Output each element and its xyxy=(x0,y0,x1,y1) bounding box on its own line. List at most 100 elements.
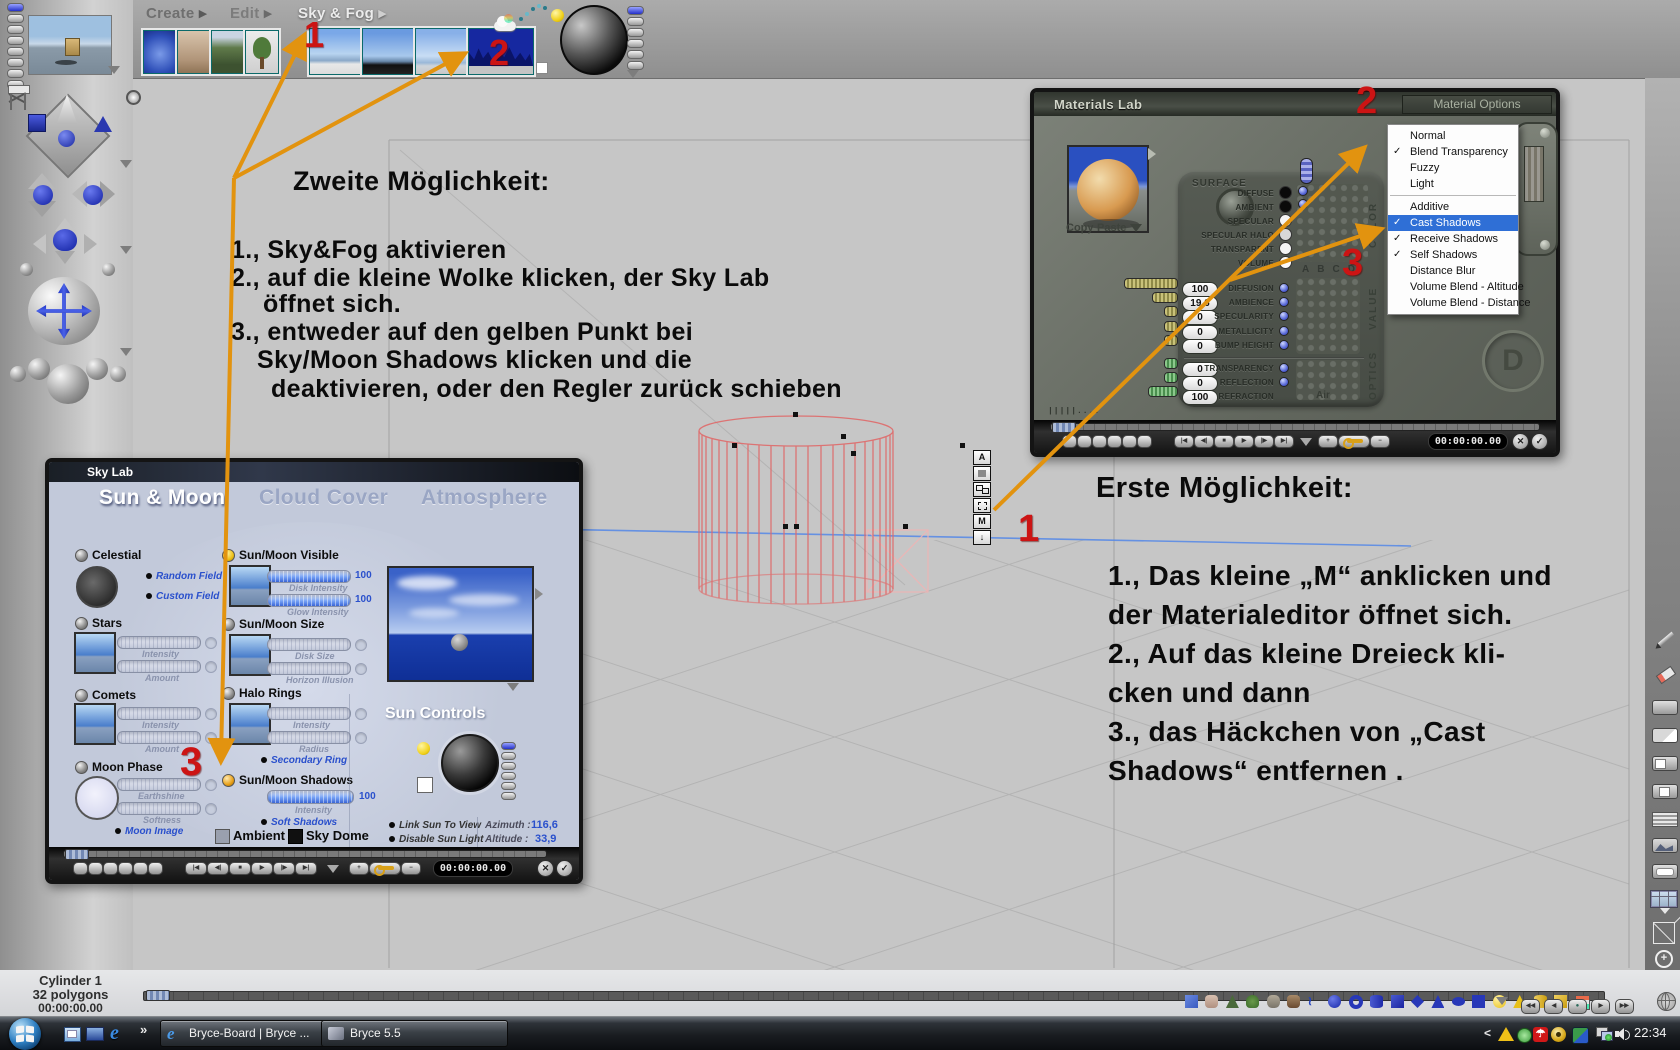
ambience-dot[interactable] xyxy=(1279,297,1289,307)
move-xy-control[interactable] xyxy=(22,173,64,217)
memory-2-button[interactable] xyxy=(88,862,103,875)
comets-toggle[interactable] xyxy=(75,689,88,702)
palette-memory-dots[interactable] xyxy=(7,3,24,91)
menu-item-fuzzy[interactable]: Fuzzy xyxy=(1388,160,1518,176)
celestial-toggle[interactable] xyxy=(75,549,88,562)
link-sun-option[interactable]: Link Sun To View xyxy=(389,820,481,831)
anim-rewind-button[interactable]: ◀◀ xyxy=(1521,999,1540,1014)
create-cube-icon[interactable] xyxy=(1390,995,1404,1008)
tab-sun-moon[interactable]: Sun & Moon xyxy=(99,486,225,510)
picture-tool-3-icon[interactable] xyxy=(1652,756,1678,771)
scene-preview-thumbnail[interactable] xyxy=(28,15,112,75)
ml-memory-2[interactable] xyxy=(1077,435,1092,448)
sky-timeline-handle[interactable] xyxy=(65,849,89,860)
materials-timeline-track[interactable] xyxy=(1050,423,1540,431)
custom-field-option[interactable]: Custom Field xyxy=(146,591,219,602)
glow-intensity-slider[interactable] xyxy=(267,594,351,607)
menu-item-distance-blur[interactable]: Distance Blur xyxy=(1388,263,1518,279)
create-tree-icon[interactable] xyxy=(1246,995,1260,1008)
ml-memory-5[interactable] xyxy=(1122,435,1137,448)
view-sphere-1[interactable] xyxy=(28,358,50,380)
grid-pad-tool-icon[interactable] xyxy=(1650,890,1678,914)
sun-moon-size-toggle[interactable] xyxy=(222,618,235,631)
menu-item-volume-blend-altitude[interactable]: Volume Blend - Altitude xyxy=(1388,279,1524,295)
view-sphere-3[interactable] xyxy=(10,366,26,382)
earthshine-button[interactable] xyxy=(205,779,217,791)
bump-height-bar[interactable] xyxy=(1164,335,1178,346)
sun-memory-dots[interactable] xyxy=(501,742,516,802)
small-sphere-right[interactable] xyxy=(102,263,115,276)
create-water-icon[interactable] xyxy=(1185,995,1198,1008)
terrain-tool-icon[interactable] xyxy=(1652,838,1678,853)
stars-thumbnail[interactable] xyxy=(74,632,116,674)
halo-radius-button[interactable] xyxy=(355,732,367,744)
halo-thumbnail[interactable] xyxy=(229,703,271,745)
picture-tool-4-icon[interactable] xyxy=(1652,784,1678,799)
material-button[interactable]: M xyxy=(973,514,991,529)
reflection-dot[interactable] xyxy=(1279,377,1289,387)
create-torus-icon[interactable] xyxy=(1348,995,1363,1009)
menu-item-light[interactable]: Light xyxy=(1388,176,1518,192)
moon-image-option[interactable]: Moon Image xyxy=(115,826,183,837)
quicklaunch-desktop-icon[interactable] xyxy=(86,1027,104,1041)
specularity-dot[interactable] xyxy=(1279,311,1289,321)
memory-3-button[interactable] xyxy=(103,862,118,875)
tray-collapse-chevron[interactable]: < xyxy=(1484,1026,1491,1040)
stars-amount-button[interactable] xyxy=(205,661,217,673)
transparency-bar[interactable] xyxy=(1164,358,1178,369)
ml-memory-6[interactable] xyxy=(1137,435,1152,448)
ml-memory-4[interactable] xyxy=(1107,435,1122,448)
create-cloud-icon[interactable] xyxy=(1205,995,1219,1008)
soft-shadows-option[interactable]: Soft Shadows xyxy=(261,817,337,828)
drop-to-ground-button[interactable]: ↓ xyxy=(973,530,991,545)
camera-trackball[interactable] xyxy=(28,277,100,345)
halo-intensity-button[interactable] xyxy=(355,708,367,720)
ml-confirm-button[interactable]: ✓ xyxy=(1531,433,1548,450)
secondary-ring-option[interactable]: Secondary Ring xyxy=(261,755,347,766)
memory-5-button[interactable] xyxy=(133,862,148,875)
picture-tool-1-icon[interactable] xyxy=(1652,700,1678,715)
preview-expand-icon[interactable] xyxy=(108,66,120,74)
tray-badge-icon[interactable] xyxy=(1517,1028,1532,1043)
channel-diffuse-dot[interactable] xyxy=(1279,186,1292,199)
diffusion-dot[interactable] xyxy=(1279,283,1289,293)
celestial-sphere[interactable] xyxy=(76,566,118,608)
sun-daylight-dot[interactable] xyxy=(417,742,430,755)
comets-amount-button[interactable] xyxy=(205,732,217,744)
disk-size-slider[interactable] xyxy=(267,638,351,651)
tray-app-icon[interactable] xyxy=(1572,1027,1589,1044)
go-end-button[interactable]: ▶| xyxy=(295,862,317,875)
menu-item-self-shadows[interactable]: Self Shadows xyxy=(1388,247,1518,263)
start-button[interactable] xyxy=(9,1018,41,1050)
menu-item-additive[interactable]: Additive xyxy=(1388,199,1518,215)
anim-back-button[interactable]: ◀ xyxy=(1544,999,1564,1014)
views-expand-icon[interactable] xyxy=(120,348,132,356)
comets-intensity-button[interactable] xyxy=(205,708,217,720)
color-dot-1[interactable] xyxy=(1298,186,1308,196)
channel-ambient-dot[interactable] xyxy=(1279,200,1292,213)
create-diamond-icon[interactable] xyxy=(1410,995,1424,1008)
channel-specular-dot[interactable] xyxy=(1279,214,1292,227)
preview-next-icon[interactable] xyxy=(535,588,543,600)
channel-transparent-dot[interactable] xyxy=(1279,242,1292,255)
wireframe-cube-icon[interactable] xyxy=(1653,903,1680,944)
layers-tool-icon[interactable] xyxy=(1652,812,1678,827)
channel-specular-halo-dot[interactable] xyxy=(1279,228,1292,241)
night-square[interactable] xyxy=(417,777,433,793)
ml-transport-options[interactable] xyxy=(1300,438,1312,446)
main-timeline-handle[interactable] xyxy=(146,990,170,1001)
sky-lab-titlebar[interactable]: Sky Lab xyxy=(49,462,579,482)
view-sphere-main[interactable] xyxy=(47,364,89,404)
color-dot-2[interactable] xyxy=(1298,199,1308,209)
key-button[interactable] xyxy=(369,862,401,876)
frame-fwd-button[interactable]: |▶ xyxy=(273,862,295,875)
quicklaunch-ie-icon[interactable]: e xyxy=(110,1022,130,1044)
create-ellipse-icon[interactable] xyxy=(1451,997,1465,1006)
ambient-checkbox[interactable] xyxy=(215,829,230,844)
anim-record-button[interactable]: ● xyxy=(1567,999,1587,1014)
small-sphere-left[interactable] xyxy=(20,263,33,276)
softness-button[interactable] xyxy=(205,803,217,815)
tray-volume-icon[interactable] xyxy=(1615,1027,1630,1041)
zoom-in-icon[interactable]: + xyxy=(1655,950,1673,968)
moon-phase-ball[interactable] xyxy=(75,776,119,820)
